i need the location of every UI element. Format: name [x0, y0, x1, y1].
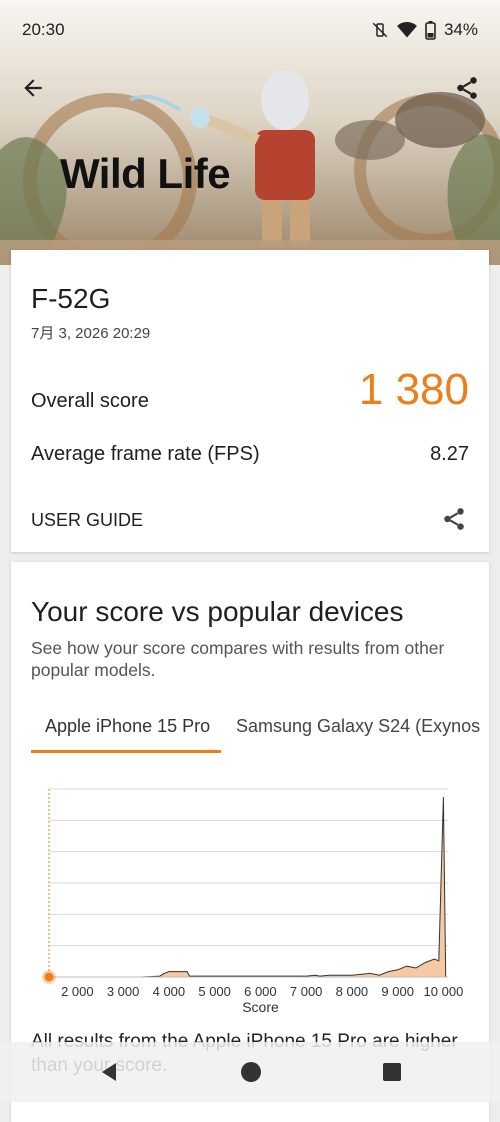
test-date: 7月 3, 2026 20:29 — [31, 325, 151, 342]
your-score-marker — [44, 972, 54, 982]
chart-x-tick-label: 5 000 — [198, 984, 231, 999]
triangle-back-icon — [102, 1063, 116, 1081]
chart-x-tick-label: 3 000 — [107, 984, 140, 999]
chart-x-tick-label: 9 000 — [381, 984, 414, 999]
chart-distribution-area — [49, 796, 447, 978]
active-tab-indicator — [31, 750, 221, 753]
chart-x-tick-label: 6 000 — [244, 984, 277, 999]
fps-label: Average frame rate (FPS) — [31, 443, 260, 465]
device-tabs: Apple iPhone 15 Pro Samsung Galaxy S24 (… — [11, 710, 489, 754]
score-card: F-52G 7月 3, 2026 20:29 Overall score 1 3… — [11, 250, 489, 552]
share-icon — [444, 508, 464, 530]
wifi-icon — [396, 22, 417, 38]
share-icon — [457, 77, 477, 99]
battery-percent: 34% — [443, 20, 478, 39]
chart-x-tick-label: 10 000 — [424, 984, 464, 999]
overall-score-label: Overall score — [31, 390, 149, 412]
nav-home-button[interactable] — [240, 1061, 262, 1083]
status-icons: 34% — [371, 20, 478, 40]
comparison-subtitle: See how your score compares with results… — [31, 638, 445, 680]
device-name: F-52G — [31, 283, 111, 314]
user-guide-link[interactable]: USER GUIDE — [31, 510, 143, 531]
chart-x-tick-label: 7 000 — [290, 984, 323, 999]
nav-back-button[interactable] — [98, 1061, 120, 1083]
back-button[interactable] — [20, 75, 46, 101]
share-result-button[interactable] — [441, 506, 467, 537]
chart-x-axis-label: Score — [242, 999, 279, 1015]
square-recents-icon — [383, 1063, 401, 1081]
tab-samsung-galaxy-s24[interactable]: Samsung Galaxy S24 (Exynos — [236, 716, 480, 737]
vibrate-off-icon — [372, 22, 388, 38]
share-button[interactable] — [454, 75, 480, 101]
comparison-title: Your score vs popular devices — [31, 596, 404, 627]
arrow-left-icon — [24, 79, 42, 97]
nav-recents-button[interactable] — [382, 1062, 402, 1082]
chart-x-tick-label: 8 000 — [336, 984, 369, 999]
tab-apple-iphone-15-pro[interactable]: Apple iPhone 15 Pro — [45, 716, 210, 737]
hero-toolbar — [0, 68, 500, 108]
overall-score-value: 1 380 — [358, 365, 469, 414]
score-distribution-chart: 2 000 3 000 4 000 5 000 6 000 7 000 8 000 9 000… — [42, 788, 464, 1015]
chart-x-tick-label: 2 000 — [61, 984, 94, 999]
fps-value: 8.27 — [430, 443, 469, 465]
battery-icon — [425, 20, 436, 40]
status-time: 20:30 — [22, 20, 65, 39]
benchmark-title: Wild Life — [60, 150, 231, 197]
circle-home-icon — [241, 1062, 261, 1082]
status-bar: 20:30 34% — [0, 0, 500, 60]
navigation-bar — [0, 1042, 500, 1102]
comparison-card: Your score vs popular devices See how yo… — [11, 562, 489, 1122]
chart-x-tick-label: 4 000 — [153, 984, 186, 999]
